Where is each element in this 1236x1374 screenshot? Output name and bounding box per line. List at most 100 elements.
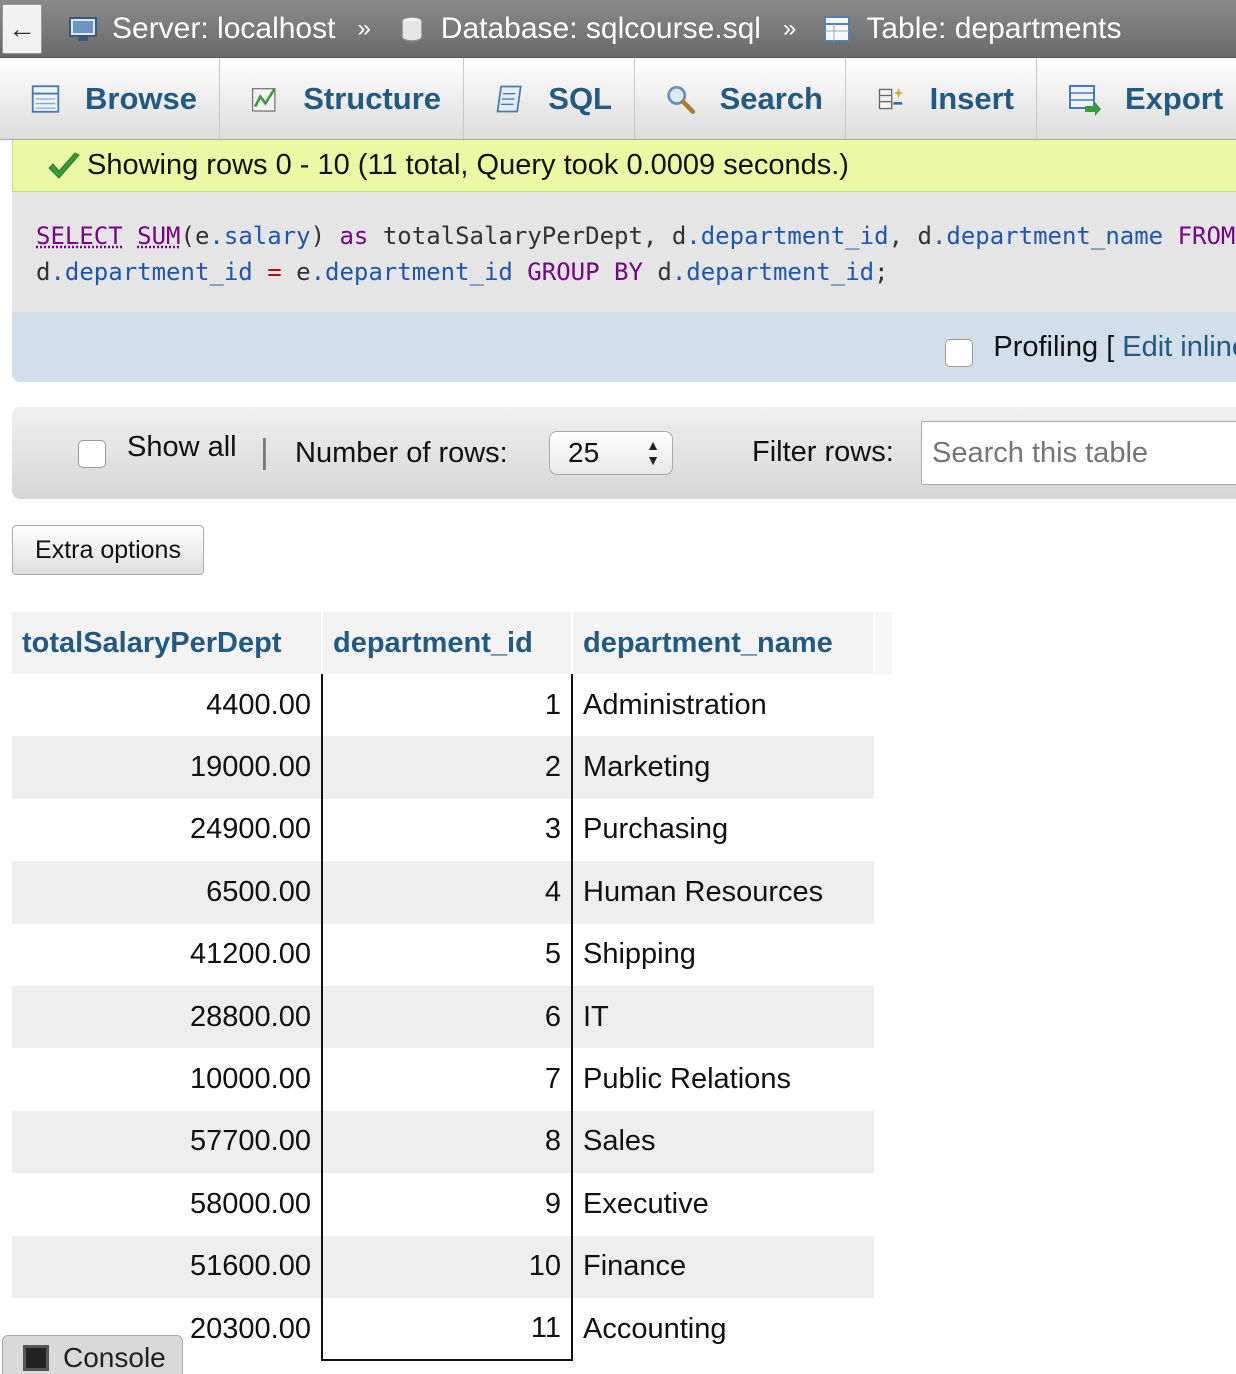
sql-function[interactable]: SUM (137, 222, 180, 250)
profiling-label: Profiling [ (993, 330, 1115, 363)
table-row[interactable]: 57700.00 8 Sales (12, 1110, 892, 1174)
department-id-cell: 9 (321, 1173, 573, 1236)
table-row[interactable]: 58000.00 9 Executive (12, 1173, 892, 1236)
sql-keyword: as (339, 222, 369, 250)
column-header-spacer (874, 612, 892, 674)
department-id-cell: 3 (321, 798, 573, 862)
breadcrumb-server-label: Server: localhost (112, 11, 336, 45)
department-id-cell: 7 (321, 1048, 573, 1111)
sql-field: .salary (209, 222, 311, 250)
breadcrumb-separator: » (782, 14, 797, 42)
extra-options-label: Extra options (35, 535, 181, 564)
department-name-cell: Administration (572, 674, 874, 737)
department-id-cell: 8 (321, 1110, 573, 1174)
table-row[interactable]: 51600.00 10 Finance (12, 1235, 892, 1298)
success-message-text: Showing rows 0 - 10 (11 total, Query too… (87, 149, 849, 181)
back-arrow-icon: ← (8, 12, 36, 44)
table-icon (824, 15, 851, 42)
edit-inline-link[interactable]: Edit inline (1122, 331, 1236, 364)
database-icon (401, 15, 423, 42)
total-salary-cell: 6500.00 (12, 861, 322, 924)
table-row[interactable]: 19000.00 2 Marketing (12, 736, 892, 799)
export-icon (1069, 85, 1101, 116)
tab-export-label: Export (1125, 81, 1224, 116)
phpmyadmin-page: ← Server: localhost » Database: sqlcours… (0, 0, 1236, 1374)
department-id-cell: 5 (321, 923, 573, 986)
tab-export[interactable]: Export (1037, 58, 1236, 139)
tab-structure[interactable]: Structure (220, 58, 464, 139)
total-salary-cell: 41200.00 (12, 923, 322, 986)
sql-token: e (296, 258, 311, 286)
total-salary-cell: 24900.00 (12, 798, 322, 862)
department-name-cell: Human Resources (572, 861, 874, 924)
sql-field: .department_id (310, 258, 513, 286)
tab-sql[interactable]: SQL (464, 58, 635, 139)
tab-sql-label: SQL (548, 81, 612, 116)
table-row[interactable]: 24900.00 3 Purchasing (12, 798, 892, 862)
search-icon (667, 85, 696, 114)
sql-keyword[interactable]: SELECT (36, 222, 123, 250)
checkmark-icon (48, 151, 80, 179)
sql-token: totalSalaryPerDept, d (368, 222, 687, 250)
table-navigation-bar: Show all | Number of rows: 25 ▲ ▼ Filter … (12, 407, 1236, 499)
tab-bar: Browse Structure SQL Search Insert Expor… (0, 58, 1236, 140)
table-row[interactable]: 41200.00 5 Shipping (12, 923, 892, 986)
divider: | (260, 433, 269, 471)
tab-search[interactable]: Search (635, 58, 846, 139)
table-row[interactable]: 10000.00 7 Public Relations (12, 1048, 892, 1111)
number-of-rows-select[interactable]: 25 ▲ ▼ (549, 431, 673, 475)
department-name-cell: Purchasing (572, 798, 874, 862)
console-label: Console (63, 1341, 166, 1373)
department-id-cell: 1 (321, 674, 573, 737)
sql-icon (496, 85, 522, 113)
browse-icon (31, 85, 60, 113)
filter-rows-label: Filter rows: (752, 436, 894, 468)
sql-token: ) (310, 222, 340, 250)
department-id-cell: 10 (321, 1235, 573, 1298)
insert-icon (878, 87, 904, 110)
tab-insert-label: Insert (929, 81, 1014, 116)
department-name-cell: Accounting (572, 1297, 874, 1361)
sql-query-code[interactable]: SELECT SUM(e.salary) as totalSalaryPerDe… (36, 218, 1236, 290)
results-table: totalSalaryPerDept department_id departm… (12, 612, 892, 1362)
show-all-checkbox[interactable] (78, 440, 106, 468)
breadcrumb-table-label: Table: departments (866, 11, 1122, 45)
table-header-row: totalSalaryPerDept department_id departm… (12, 612, 892, 674)
sql-keyword: GROUP BY (512, 258, 643, 286)
tab-structure-label: Structure (303, 81, 441, 116)
console-toggle[interactable]: Console (2, 1335, 183, 1374)
filter-rows-input[interactable] (921, 421, 1236, 485)
total-salary-cell: 19000.00 (12, 736, 322, 799)
profiling-checkbox[interactable] (945, 339, 974, 367)
server-icon (69, 16, 97, 41)
column-header-department-name[interactable]: department_name (572, 612, 875, 674)
table-row[interactable]: 28800.00 6 IT (12, 985, 892, 1049)
department-name-cell: Public Relations (572, 1048, 874, 1111)
table-row[interactable]: 6500.00 4 Human Resources (12, 861, 892, 924)
tab-search-label: Search (719, 81, 823, 116)
total-salary-cell: 58000.00 (12, 1173, 322, 1236)
department-id-cell: 6 (321, 985, 573, 1049)
table-row[interactable]: 4400.00 1 Administration (12, 674, 892, 737)
breadcrumb-server[interactable]: Server: localhost (42, 12, 335, 46)
sql-field: .department_id (50, 258, 253, 286)
column-header-total-salary[interactable]: totalSalaryPerDept (12, 612, 323, 674)
total-salary-cell: 28800.00 (12, 985, 322, 1049)
back-button[interactable]: ← (2, 3, 42, 54)
tab-browse[interactable]: Browse (0, 58, 220, 139)
column-header-department-id[interactable]: department_id (322, 612, 573, 674)
sql-token: d (36, 258, 51, 286)
department-name-cell: Finance (572, 1235, 874, 1298)
sql-token: (e (180, 222, 210, 250)
sql-options-bar: Profiling [ Edit inline (12, 312, 1236, 382)
sql-query-box: SELECT SUM(e.salary) as totalSalaryPerDe… (12, 192, 1236, 382)
sql-field: .department_name (931, 222, 1164, 250)
sql-field: .department_id (686, 222, 889, 250)
sql-token: , d (888, 222, 932, 250)
extra-options-button[interactable]: Extra options (12, 525, 204, 575)
number-of-rows-value: 25 (568, 437, 600, 468)
breadcrumb-table[interactable]: Table: departments (796, 12, 1121, 46)
department-name-cell: Marketing (572, 736, 874, 799)
breadcrumb-database[interactable]: Database: sqlcourse.sql (371, 12, 761, 46)
tab-insert[interactable]: Insert (846, 58, 1037, 139)
